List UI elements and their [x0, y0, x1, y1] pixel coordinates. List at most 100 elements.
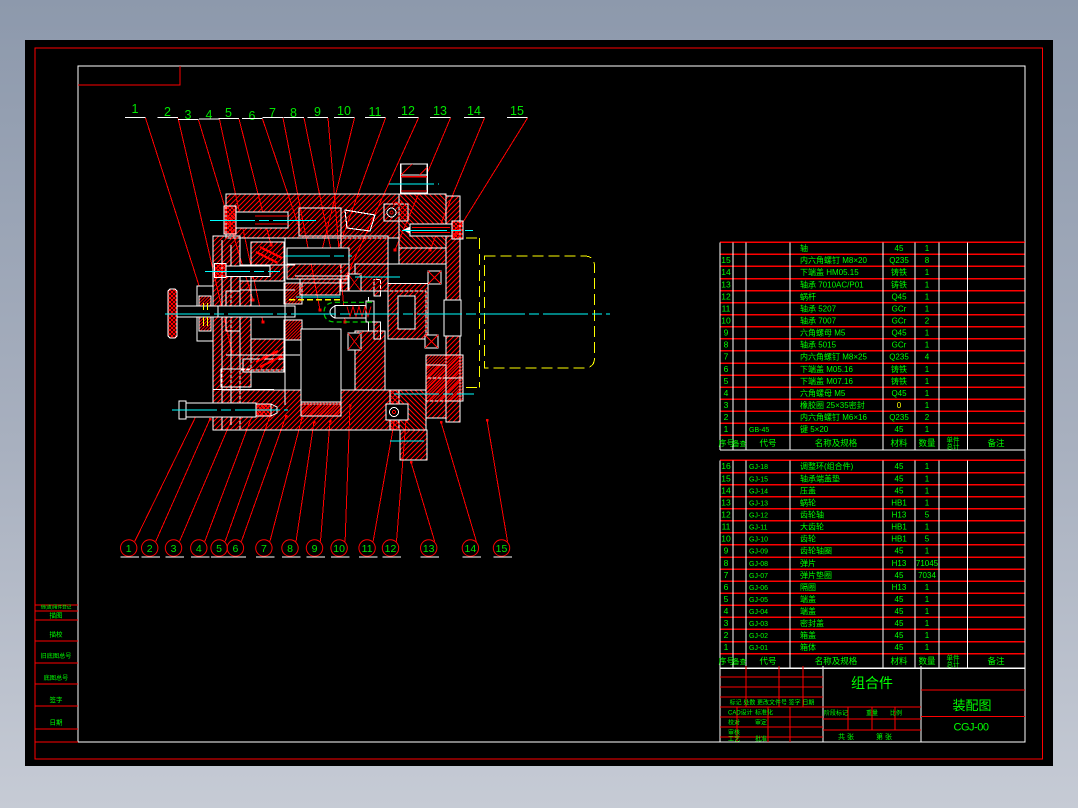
svg-text:材料: 材料	[890, 438, 908, 448]
svg-text:15: 15	[721, 473, 731, 483]
svg-text:GJ-02: GJ-02	[749, 633, 768, 640]
svg-text:重量: 重量	[866, 709, 878, 717]
svg-text:9: 9	[724, 328, 729, 338]
svg-text:GJ-08: GJ-08	[749, 561, 768, 568]
svg-text:签字: 签字	[50, 695, 64, 704]
svg-text:1: 1	[925, 643, 930, 652]
svg-text:HB1: HB1	[891, 535, 907, 544]
svg-text:1: 1	[925, 498, 930, 507]
svg-text:GJ-01: GJ-01	[749, 645, 768, 652]
svg-text:端盖: 端盖	[800, 594, 816, 604]
svg-text:Q45: Q45	[891, 292, 907, 301]
svg-text:1: 1	[925, 341, 930, 350]
svg-text:CAD设计: CAD设计	[728, 709, 753, 717]
svg-text:11: 11	[722, 304, 731, 314]
svg-text:45: 45	[895, 571, 904, 580]
svg-text:下端盖 HM05.15: 下端盖 HM05.15	[800, 267, 859, 277]
svg-text:轴: 轴	[800, 243, 808, 253]
svg-text:45: 45	[895, 462, 904, 471]
svg-text:3: 3	[724, 618, 729, 628]
svg-text:1: 1	[925, 474, 930, 483]
svg-text:旧底图总号: 旧底图总号	[41, 652, 72, 660]
svg-text:4: 4	[206, 108, 213, 122]
svg-text:隔圈: 隔圈	[800, 583, 816, 592]
svg-text:轴承 7010AC/P01: 轴承 7010AC/P01	[800, 279, 864, 289]
svg-text:11: 11	[722, 522, 731, 532]
svg-text:轴承 5015: 轴承 5015	[800, 340, 837, 350]
svg-text:审定: 审定	[755, 719, 767, 727]
svg-text:3: 3	[724, 400, 729, 410]
svg-text:45: 45	[895, 486, 904, 495]
svg-text:下端盖 M05.16: 下端盖 M05.16	[800, 364, 853, 374]
svg-text:7: 7	[724, 352, 729, 362]
svg-text:8: 8	[925, 256, 930, 265]
svg-text:11: 11	[362, 543, 373, 555]
svg-text:GB-45: GB-45	[749, 427, 769, 434]
svg-text:借(通)用件登记: 借(通)用件登记	[41, 604, 72, 611]
svg-text:4: 4	[196, 543, 202, 555]
svg-text:14: 14	[465, 543, 477, 555]
svg-text:13: 13	[433, 104, 447, 118]
svg-text:齿轮: 齿轮	[800, 534, 816, 544]
svg-text:H13: H13	[892, 511, 907, 520]
svg-text:5: 5	[216, 543, 222, 555]
svg-text:橡胶圈 25×35密封: 橡胶圈 25×35密封	[800, 400, 865, 410]
svg-text:1: 1	[925, 280, 930, 289]
svg-text:4: 4	[724, 388, 729, 398]
svg-text:13: 13	[423, 543, 435, 555]
svg-text:总计: 总计	[947, 660, 961, 669]
svg-text:7: 7	[261, 543, 267, 555]
svg-text:数量: 数量	[918, 656, 936, 666]
svg-text:Q235: Q235	[889, 413, 909, 422]
svg-text:日期: 日期	[50, 719, 64, 727]
svg-text:齿轮轴圈: 齿轮轴圈	[800, 546, 832, 556]
svg-text:8: 8	[724, 340, 729, 350]
svg-text:4: 4	[925, 353, 930, 362]
svg-text:45: 45	[895, 643, 904, 652]
svg-text:1: 1	[925, 268, 930, 277]
svg-text:组合件: 组合件	[851, 675, 893, 691]
svg-text:弹片: 弹片	[800, 558, 816, 568]
svg-text:GJ-05: GJ-05	[749, 597, 768, 604]
svg-text:6: 6	[724, 364, 729, 374]
svg-text:蜗杆: 蜗杆	[800, 291, 816, 301]
svg-text:标准化: 标准化	[755, 709, 773, 717]
svg-text:H13: H13	[892, 583, 907, 592]
svg-text:GCr: GCr	[892, 305, 907, 314]
svg-text:轴承端盖垫: 轴承端盖垫	[800, 473, 840, 483]
svg-text:名称及规格: 名称及规格	[815, 656, 858, 666]
svg-text:1: 1	[724, 642, 729, 652]
svg-text:HB1: HB1	[891, 523, 907, 532]
svg-text:Q45: Q45	[891, 329, 907, 338]
svg-text:1: 1	[925, 523, 930, 532]
svg-text:5: 5	[225, 106, 232, 120]
svg-text:校对: 校对	[728, 719, 740, 727]
svg-text:GJ-14: GJ-14	[749, 488, 768, 495]
svg-text:GJ-06: GJ-06	[749, 585, 768, 592]
svg-text:10: 10	[333, 543, 345, 555]
svg-text:六角螺母 M5: 六角螺母 M5	[800, 328, 846, 338]
svg-text:备查: 备查	[733, 439, 747, 448]
svg-text:13: 13	[721, 497, 731, 507]
svg-text:内六角螺钉 M6×16: 内六角螺钉 M6×16	[800, 412, 867, 422]
svg-text:压盖: 压盖	[800, 485, 816, 495]
svg-text:铸铁: 铸铁	[891, 279, 907, 289]
svg-text:齿轮轴: 齿轮轴	[800, 510, 824, 520]
svg-text:8: 8	[724, 558, 729, 568]
svg-text:GJ-12: GJ-12	[749, 513, 768, 520]
svg-text:备注: 备注	[987, 438, 1005, 448]
svg-text:阶段标记: 阶段标记	[824, 709, 848, 717]
svg-text:71045: 71045	[916, 559, 939, 568]
svg-text:HB1: HB1	[891, 498, 907, 507]
svg-text:标记 处数 更改文件号 签字 日期: 标记 处数 更改文件号 签字 日期	[730, 699, 815, 707]
svg-text:密封盖: 密封盖	[800, 618, 824, 628]
svg-text:GJ-09: GJ-09	[749, 549, 768, 556]
svg-text:1: 1	[925, 329, 930, 338]
svg-text:45: 45	[895, 631, 904, 640]
svg-text:12: 12	[721, 510, 731, 520]
svg-text:Q45: Q45	[891, 389, 907, 398]
svg-text:12: 12	[385, 543, 397, 555]
svg-text:键 5×20: 键 5×20	[800, 424, 829, 434]
svg-text:1: 1	[925, 583, 930, 592]
svg-text:14: 14	[721, 485, 731, 495]
